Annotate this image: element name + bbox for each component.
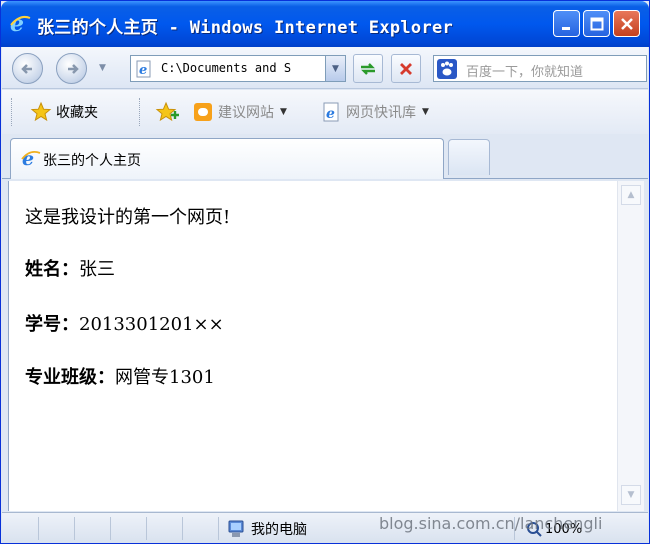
minimize-button[interactable] [553,10,580,37]
status-divider [110,517,111,540]
ie-logo-icon: e [10,12,31,34]
status-divider [146,517,147,540]
zone-label: 我的电脑 [251,522,307,538]
toolbar-grip[interactable] [11,98,13,126]
title-bar[interactable]: e 张三的个人主页 - Windows Internet Explorer [1,1,649,47]
back-arrow-icon [20,63,32,74]
toolbar-grip[interactable] [139,98,141,126]
close-icon [620,17,633,30]
maximize-icon [590,17,603,30]
status-divider [218,517,219,540]
star-icon [30,101,52,122]
refresh-button[interactable] [353,54,383,83]
web-slice-icon: e [323,102,339,122]
tab-active[interactable]: e 张三的个人主页 [10,138,444,179]
dropdown-arrow-icon: ▼ [422,107,429,117]
back-button[interactable] [12,53,43,84]
address-bar[interactable]: e C:\Documents and S ▼ [130,55,346,82]
suggested-sites-label: 建议网站 [218,105,274,121]
favorites-bar: 收藏夹 建议网站 ▼ e 网页快讯库 ▼ [2,90,648,134]
web-slice-label: 网页快讯库 [346,105,416,121]
forward-arrow-icon [67,63,79,74]
page-content: 这是我设计的第一个网页! 姓名：张三 学号：2013301201×× 专业班级：… [8,181,617,511]
add-to-favorites-button[interactable] [155,101,181,123]
tab-bar: e 张三的个人主页 [2,134,648,179]
watermark: blog.sina.com.cn/lanchengli [379,514,603,533]
add-favorite-icon [155,101,179,122]
chevron-down-icon: ▼ [627,490,635,500]
history-dropdown-icon[interactable]: ▼ [99,63,106,73]
chevron-up-icon: ▲ [627,190,635,200]
new-tab-button[interactable] [448,139,490,175]
name-value: 张三 [79,259,115,280]
close-button[interactable] [613,10,640,37]
search-placeholder: 百度一下，你就知道 [466,65,584,80]
maximize-button[interactable] [583,10,610,37]
scroll-down-button[interactable]: ▼ [621,485,641,505]
status-divider [74,517,75,540]
dropdown-arrow-icon: ▼ [280,107,287,117]
minimize-icon [561,26,570,30]
vertical-scrollbar[interactable]: ▲ ▼ [617,181,644,511]
my-computer-icon [228,520,244,537]
page-icon: e [136,60,151,78]
address-dropdown-button[interactable]: ▼ [325,56,345,81]
address-text: C:\Documents and S [161,61,292,75]
class-row: 专业班级：网管专1301 [25,363,215,389]
student-id-value: 2013301201×× [79,314,224,335]
refresh-icon [361,62,375,75]
suggested-sites-button[interactable]: 建议网站 ▼ [192,101,287,123]
chevron-down-icon: ▼ [332,63,339,74]
scroll-up-button[interactable]: ▲ [621,185,641,205]
tab-label: 张三的个人主页 [43,153,141,169]
svg-text:e: e [326,106,335,122]
search-box[interactable]: 百度一下，你就知道 [433,55,647,82]
student-id-label: 学号： [25,314,79,335]
baidu-paw-icon [437,59,457,79]
stop-icon [400,62,412,75]
suggested-sites-icon [194,103,212,121]
browser-window: e 张三的个人主页 - Windows Internet Explorer ▼ … [0,0,650,544]
security-zone[interactable]: 我的电脑 [226,518,307,540]
class-label: 专业班级： [25,367,115,388]
class-value: 网管专1301 [115,367,215,388]
favorites-button[interactable]: 收藏夹 [30,101,98,123]
intro-text: 这是我设计的第一个网页! [25,207,231,228]
stop-button[interactable] [391,54,421,83]
ie-tab-icon: e [21,148,41,168]
web-slice-gallery-button[interactable]: e 网页快讯库 ▼ [320,101,429,123]
navigation-bar: ▼ e C:\Documents and S ▼ 百度一下，你就知道 [2,47,648,89]
forward-button[interactable] [56,53,87,84]
status-divider [38,517,39,540]
status-divider [182,517,183,540]
svg-text:e: e [139,63,147,78]
favorites-label: 收藏夹 [56,105,98,121]
window-title: 张三的个人主页 - Windows Internet Explorer [37,18,454,38]
name-row: 姓名：张三 [25,255,115,281]
student-id-row: 学号：2013301201×× [25,310,224,336]
name-label: 姓名： [25,259,79,280]
